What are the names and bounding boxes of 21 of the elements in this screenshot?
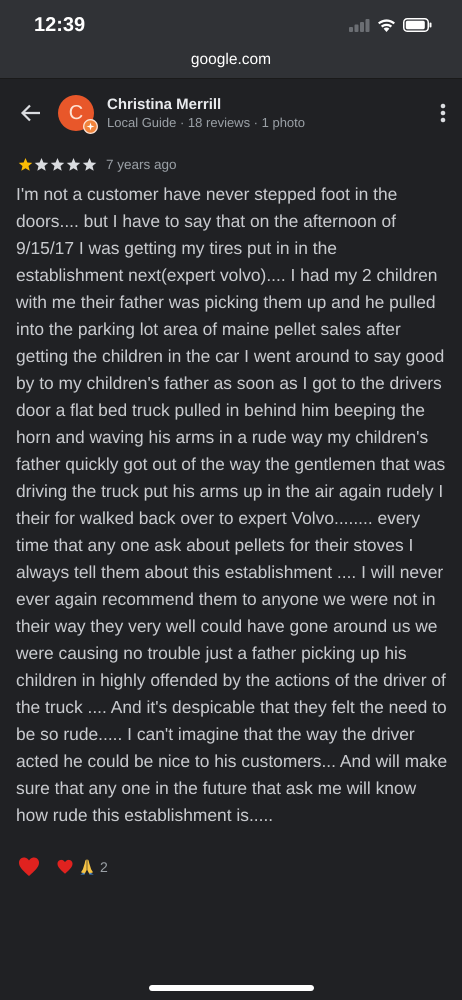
heart-reaction-icon: [17, 855, 41, 879]
reaction-count: 2: [100, 859, 108, 875]
review-time: 7 years ago: [106, 157, 177, 172]
star-icon: [18, 157, 33, 172]
address-bar-url[interactable]: google.com: [190, 51, 272, 69]
battery-icon: [403, 18, 432, 32]
star-icon: [82, 157, 97, 172]
local-guide-badge-icon: [83, 119, 98, 134]
wifi-icon: [377, 18, 396, 32]
review-text: I'm not a customer have never stepped foot in the doors.... but I have to say that on the afternoon of 9/15/17 I was getting my tires put in in the establishment next(expert volvo).... I had my 2 children with me their father was picking them up and he pulled into the parking lot area of maine pellet sales after getting the children in the car I went around to say good by to my children's father as soon as I got to the drivers door a flat bed truck pulled in behind him beeping the horn and waving his arms in a rude way my children's father quickly got out of the way the gentlemen that was driving the truck put his arms up in the air again rudely I their for walked back over to expert Volvo........ every time that any one ask about pellets for their stoves I always tell them about this establishment .... I will never ever again recommend them to anyone we were not in their way they very well could have gone around us we were causing no trouble just a father picking up his children in highly offended by the actions of the driver of the truck .... And it's despicable that they felt the need to be so rude..... I can't imagine that the way the driver acted he could be nice to his customers... And will make sure that any one in the future that ask me will know how rude this establishment is.....: [15, 183, 448, 827]
back-arrow-icon[interactable]: [20, 102, 42, 124]
status-time: 12:39: [34, 14, 86, 36]
more-options-icon[interactable]: [440, 103, 446, 123]
heart-icon: [56, 858, 74, 876]
star-icon: [66, 157, 81, 172]
reviewer-meta: Local Guide · 18 reviews · 1 photo: [107, 115, 306, 130]
star-icon: [34, 157, 49, 172]
reviewer-name[interactable]: Christina Merrill: [107, 96, 440, 113]
star-icon: [50, 157, 65, 172]
praying-hands-icon: [78, 858, 96, 876]
signal-icon: [349, 18, 370, 32]
